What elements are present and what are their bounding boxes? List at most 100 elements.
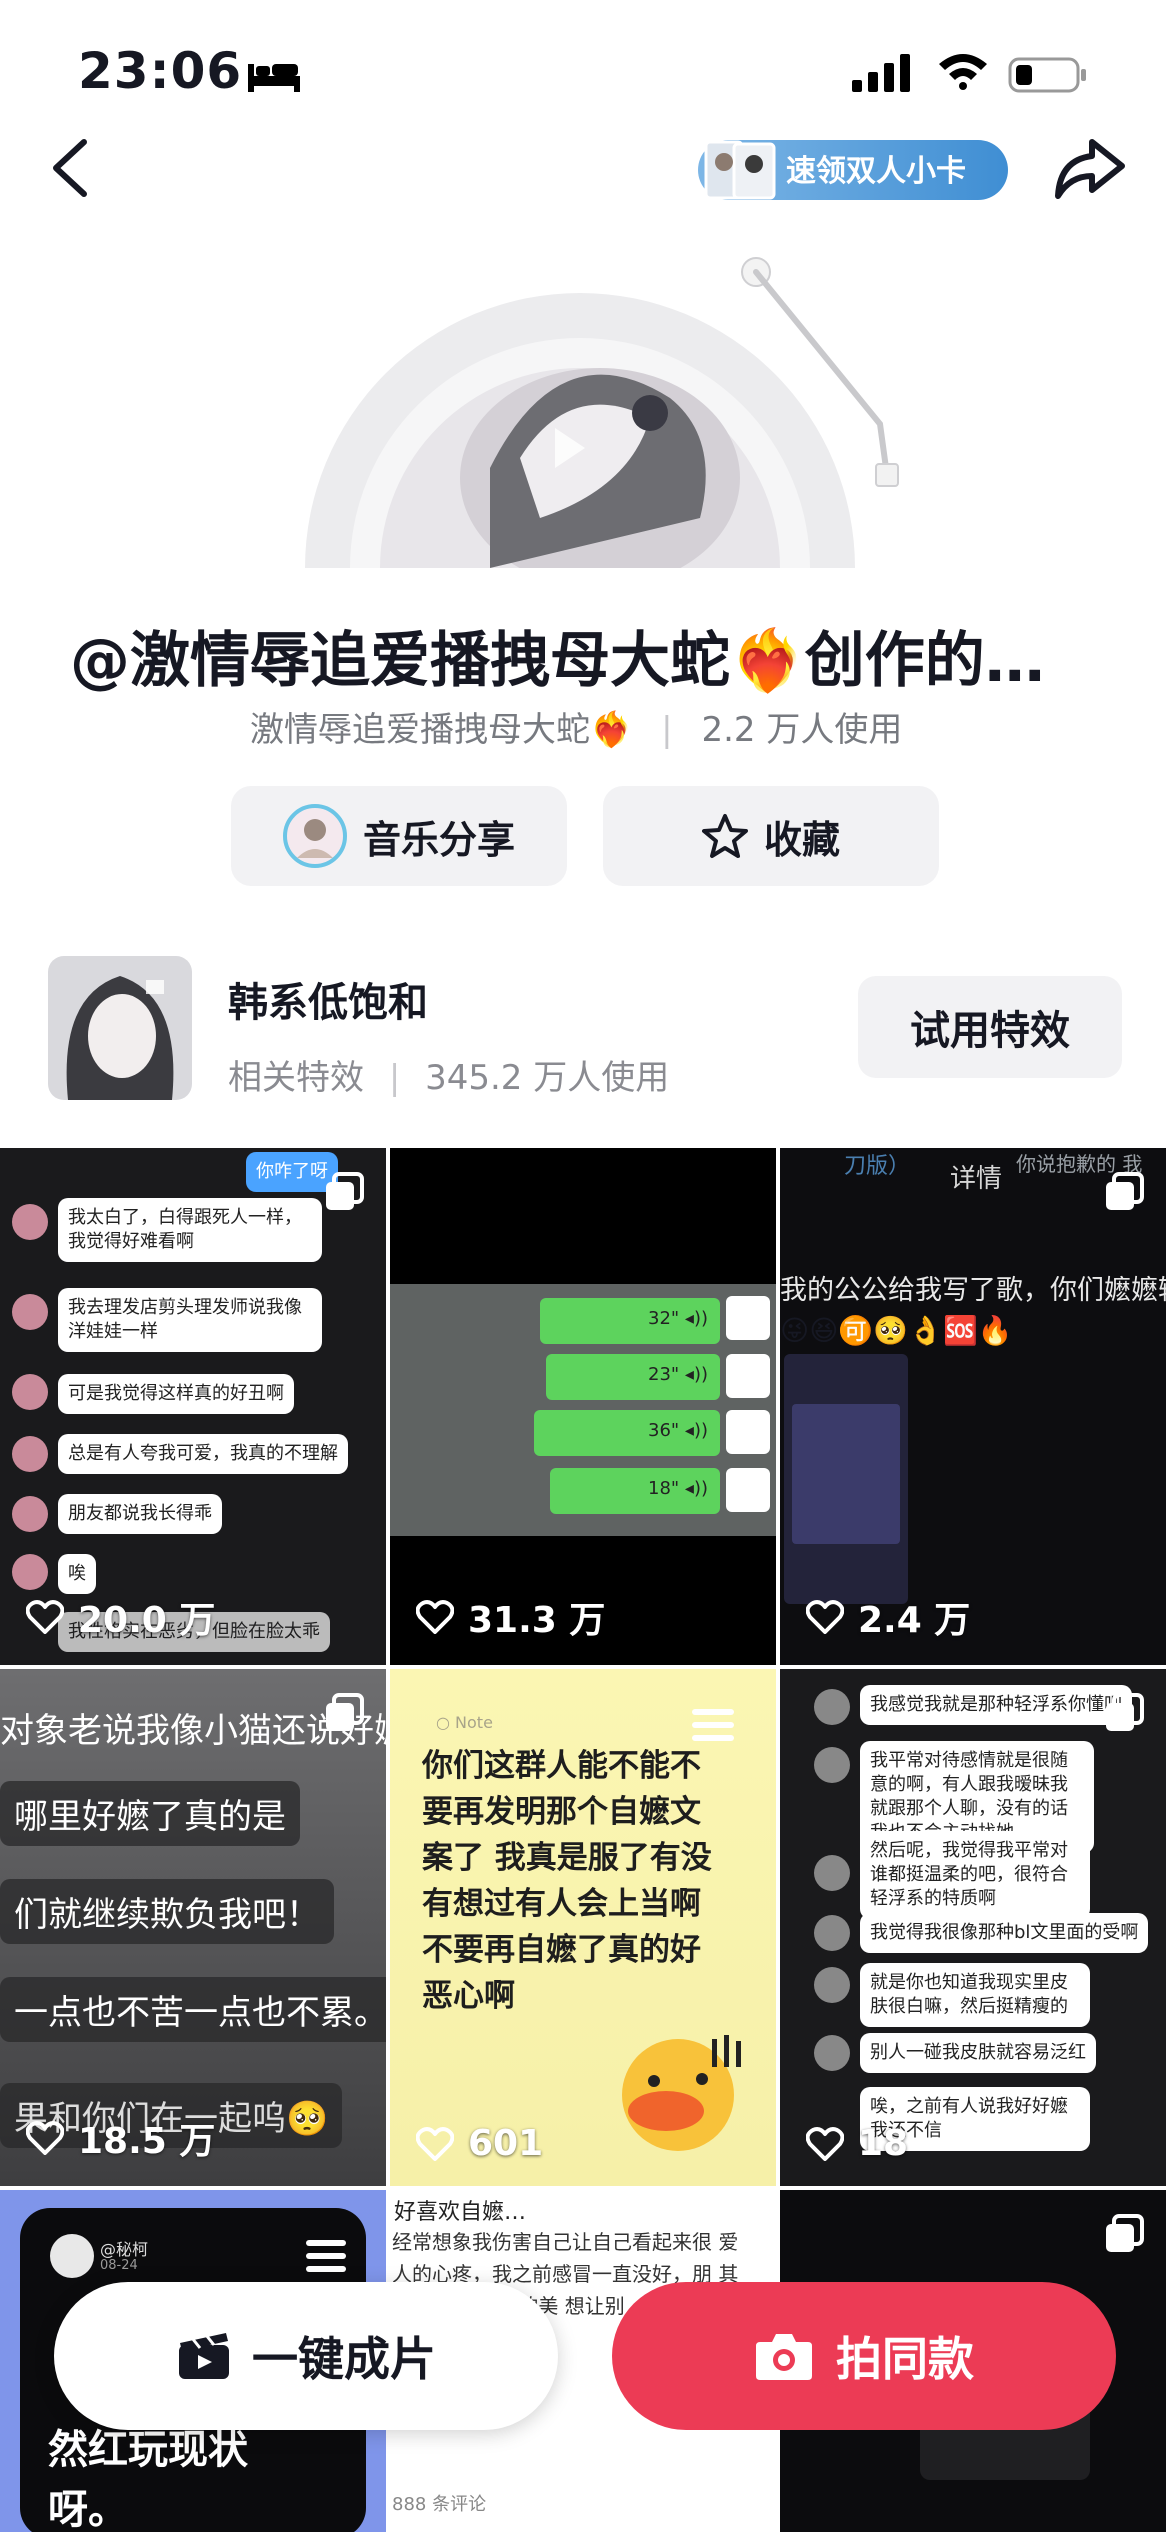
detail-header: 详情: [950, 1164, 1003, 1194]
like-count: 601: [416, 2123, 543, 2164]
avatar: [726, 1410, 770, 1454]
heart-icon: [416, 2126, 454, 2161]
copy-icon: [326, 1693, 364, 1731]
chat-bubble: 我太白了，白得跟死人一样，我觉得好难看啊: [58, 1198, 322, 1262]
chat-bubble: 我感觉我就是那种轻浮系你懂吧: [860, 1685, 1132, 1725]
copy-icon: [1106, 2214, 1144, 2252]
note-label: ○ Note: [436, 1713, 493, 1732]
promo-avatars-icon: [704, 140, 776, 200]
avatar: [50, 2234, 94, 2278]
voice-message: 32" ◂)): [540, 1298, 720, 1344]
story-line: 一点也不苦一点也不累。: [0, 1977, 386, 2042]
chat-bubble: 总是有人夸我可爱，我真的不理解: [58, 1434, 348, 1474]
avatar: [12, 1496, 48, 1532]
chat-bubble: 可是我觉得这样真的好丑啊: [58, 1374, 294, 1414]
menu-icon: [692, 1709, 734, 1741]
avatar: [726, 1354, 770, 1398]
wifi-icon: [939, 54, 987, 90]
music-share-label: 音乐分享: [362, 817, 515, 862]
chat-bubble: 我觉得我很像那种bl文里面的受啊: [860, 1913, 1149, 1953]
like-count: 18: [806, 2123, 908, 2164]
music-author[interactable]: 激情辱追爱播拽母大蛇❤️‍🔥: [250, 710, 632, 750]
chat-bubble: 别人一碰我皮肤就容易泛红: [860, 2033, 1096, 2073]
avatar: [12, 1554, 48, 1590]
post-date: 08-24: [100, 2258, 138, 2273]
video-card[interactable]: 刀版） 你说抱歉的 我 详情 我的公公给我写了歌，你们嬷嬷输了 😜😆🉑🥺👌🆘🔥 …: [780, 1148, 1166, 1665]
camera-icon: [756, 2334, 812, 2380]
avatar: [814, 1915, 850, 1951]
status-time: 23:06: [78, 42, 243, 100]
star-icon: [701, 814, 748, 858]
shoot-same-button[interactable]: 拍同款: [612, 2282, 1116, 2430]
chat-bubble: 我去理发店剪头理发师说我像洋娃娃一样: [58, 1288, 322, 1352]
chat-bubble: 然后呢，我觉得我平常对谁都挺温柔的吧，很符合轻浮系的特质啊: [860, 1831, 1090, 1919]
menu-icon: [306, 2240, 346, 2272]
effect-name[interactable]: 韩系低饱和: [228, 970, 428, 1028]
one-click-create-button[interactable]: 一键成片: [54, 2282, 558, 2430]
avatar: [12, 1204, 48, 1240]
video-card[interactable]: 你咋了呀 我太白了，白得跟死人一样，我觉得好难看啊 我去理发店剪头理发师说我像洋…: [0, 1148, 386, 1665]
avatar: [814, 1747, 850, 1783]
embedded-screenshot: [784, 1354, 908, 1604]
avatar: [726, 1468, 770, 1512]
post-header: 好喜欢自嬷…: [394, 2200, 527, 2225]
story-line: 们就继续欺负我吧！: [0, 1879, 334, 1944]
music-title: @激情辱追爱播拽母大蛇❤️‍🔥创作的…: [70, 626, 1045, 696]
clapperboard-icon: [179, 2333, 229, 2379]
voice-message: 18" ◂)): [550, 1468, 720, 1514]
copy-icon: [1106, 1172, 1144, 1210]
favorite-button[interactable]: 收藏: [603, 786, 939, 886]
effect-separator: |: [388, 1058, 401, 1098]
video-card[interactable]: 我感觉我就是那种轻浮系你懂吧 我平常对待感情就是很随意的啊，有人跟我暧昧我就跟那…: [780, 1669, 1166, 2186]
music-share-button[interactable]: 音乐分享: [231, 786, 567, 886]
heart-icon: [806, 1600, 844, 1634]
tonearm-icon: [741, 257, 899, 487]
avatar: [726, 1296, 770, 1340]
effect-thumbnail[interactable]: [48, 956, 192, 1100]
favorite-label: 收藏: [763, 817, 840, 862]
avatar: [814, 2035, 850, 2071]
like-count: 18.5 万: [26, 2112, 215, 2164]
heart-icon: [416, 1600, 454, 1634]
heart-icon: [806, 2126, 844, 2161]
voice-message: 23" ◂)): [546, 1354, 720, 1400]
duck-emoji-icon: [622, 2035, 741, 2151]
back-icon[interactable]: [48, 136, 92, 200]
emoji-row: 😜😆🉑🥺👌🆘🔥: [780, 1314, 1013, 1347]
share-icon[interactable]: [1052, 134, 1126, 206]
music-subtitle: 激情辱追爱播拽母大蛇❤️‍🔥 | 2.2 万人使用: [250, 702, 902, 751]
handle: @秘柯: [100, 2240, 149, 2259]
avatar: [814, 1967, 850, 2003]
note-text: 你们这群人能不能不要再发明那个自嬷文案了 我真是服了有没有想过有人会上当啊不要再…: [422, 1748, 712, 2014]
video-card[interactable]: ○ Note 你们这群人能不能不要再发明那个自嬷文案了 我真是服了有没有想过有人…: [390, 1669, 776, 2186]
top-text: 刀版）: [844, 1154, 911, 1179]
effect-meta: 相关特效 | 345.2 万人使用: [228, 1050, 669, 1099]
video-card[interactable]: 32" ◂)) 23" ◂)) 36" ◂)) 18" ◂)) 31.3 万: [390, 1148, 776, 1665]
post-text: 然红玩现状呀。: [48, 2427, 248, 2532]
effect-type-label: 相关特效: [228, 1058, 364, 1098]
like-count: 2.4 万: [806, 1591, 970, 1643]
comment-count: 888 条评论: [392, 2494, 487, 2515]
video-card[interactable]: 对象老说我像小猫还说好嬷 哪里好嬷了真的是 们就继续欺负我吧！ 一点也不苦一点也…: [0, 1669, 386, 2186]
music-usage: 2.2 万人使用: [701, 710, 903, 750]
copy-icon: [326, 1172, 364, 1210]
heart-icon: [26, 2121, 64, 2155]
like-count: 20.0 万: [26, 1591, 215, 1643]
avatar: [12, 1436, 48, 1472]
heart-icon: [26, 1600, 64, 1634]
caption: 我的公公给我写了歌，你们嬷嬷输了: [780, 1275, 1166, 1306]
sleep-focus-icon: [248, 64, 300, 92]
voice-message: 36" ◂)): [534, 1410, 720, 1456]
copy-icon: [1106, 1693, 1144, 1731]
avatar: [814, 1689, 850, 1725]
music-avatar-icon: [282, 804, 347, 868]
promo-chip-label[interactable]: 速领双人小卡: [786, 146, 966, 190]
effect-usage: 345.2 万人使用: [425, 1058, 670, 1098]
chat-bubble: 唉: [58, 1554, 96, 1594]
try-effect-button[interactable]: 试用特效: [858, 976, 1122, 1078]
like-count: 31.3 万: [416, 1591, 605, 1643]
shoot-same-label: 拍同款: [836, 2332, 974, 2386]
avatar: [814, 1855, 850, 1891]
one-click-label: 一键成片: [252, 2332, 436, 2386]
chat-bubble: 就是你也知道我现实里皮肤很白嘛，然后挺精瘦的: [860, 1963, 1090, 2027]
